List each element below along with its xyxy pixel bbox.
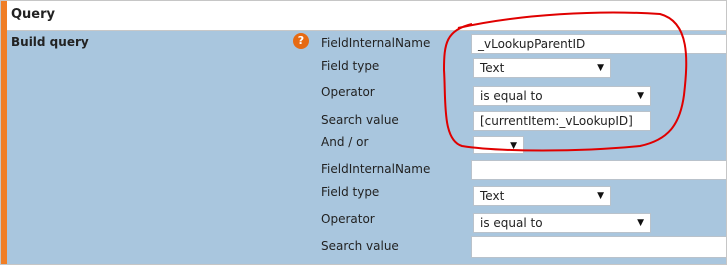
search-value-input[interactable]: [currentItem:_vLookupID] bbox=[473, 111, 651, 131]
chevron-down-icon: ▼ bbox=[510, 141, 517, 151]
section-title: Query bbox=[11, 7, 56, 22]
and-or-label: And / or bbox=[321, 135, 369, 149]
field-type-value: Text bbox=[480, 189, 505, 203]
question-icon[interactable]: ? bbox=[293, 33, 309, 49]
operator-value: is equal to bbox=[480, 89, 543, 103]
build-query-label: Build query bbox=[11, 35, 89, 49]
field-type-label: Field type bbox=[321, 185, 380, 199]
chevron-down-icon: ▼ bbox=[637, 218, 644, 228]
build-query-row: Build query ? FieldInternalName _vLookup… bbox=[7, 31, 726, 264]
operator-label: Operator bbox=[321, 212, 375, 226]
field-type-value: Text bbox=[480, 61, 505, 75]
chevron-down-icon: ▼ bbox=[597, 63, 604, 73]
field-internal-name-label: FieldInternalName bbox=[321, 36, 431, 50]
query-panel: Query Build query ? FieldInternalName _v… bbox=[0, 0, 727, 265]
search-value-input[interactable] bbox=[471, 236, 726, 258]
field-internal-name-label: FieldInternalName bbox=[321, 162, 431, 176]
search-value-label: Search value bbox=[321, 113, 399, 127]
field-type-label: Field type bbox=[321, 59, 380, 73]
field-type-select[interactable]: Text ▼ bbox=[473, 58, 611, 78]
operator-select[interactable]: is equal to ▼ bbox=[473, 213, 651, 233]
operator-value: is equal to bbox=[480, 216, 543, 230]
field-type-select[interactable]: Text ▼ bbox=[473, 186, 611, 206]
section-header: Query bbox=[7, 1, 726, 31]
field-internal-name-input[interactable]: _vLookupParentID bbox=[471, 34, 726, 54]
operator-select[interactable]: is equal to ▼ bbox=[473, 86, 651, 106]
operator-label: Operator bbox=[321, 85, 375, 99]
chevron-down-icon: ▼ bbox=[637, 91, 644, 101]
and-or-select[interactable]: ▼ bbox=[473, 136, 524, 154]
chevron-down-icon: ▼ bbox=[597, 191, 604, 201]
field-internal-name-input[interactable] bbox=[471, 160, 726, 180]
search-value-label: Search value bbox=[321, 239, 399, 253]
